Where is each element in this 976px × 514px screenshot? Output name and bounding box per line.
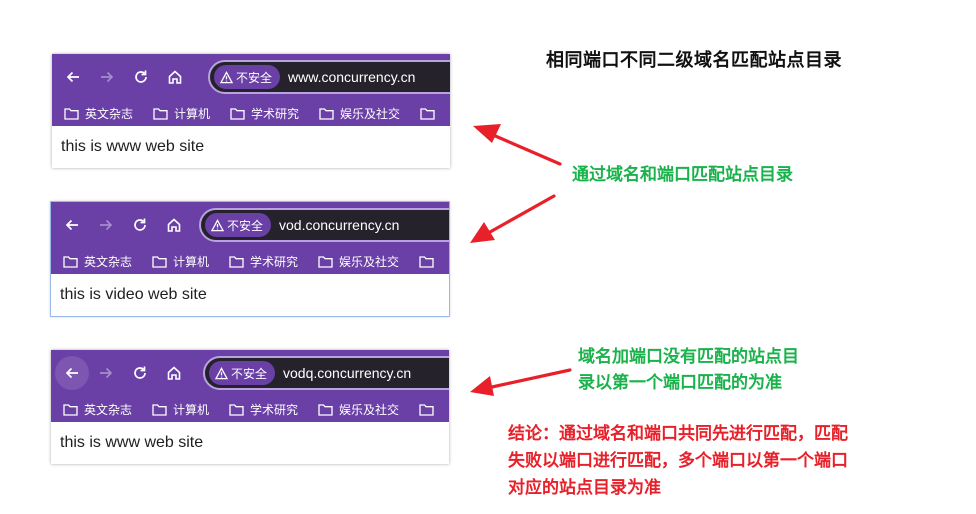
- bookmark-folder-academic[interactable]: 学术研究: [229, 253, 298, 270]
- folder-icon: [319, 107, 334, 120]
- warning-icon: [211, 218, 224, 231]
- note-fallback-line2: 录以第一个端口匹配的为准: [578, 373, 782, 393]
- reload-button[interactable]: [124, 60, 158, 94]
- bookmark-folder-english-magazine[interactable]: 英文杂志: [63, 253, 132, 270]
- bookmark-folder-entertainment[interactable]: 娱乐及社交: [318, 253, 399, 270]
- bookmark-folder-english-magazine[interactable]: 英文杂志: [64, 105, 133, 122]
- security-indicator[interactable]: 不安全: [214, 65, 281, 89]
- browser-toolbar: 不安全 www.concurrency.cn: [52, 54, 450, 100]
- folder-icon: [318, 403, 333, 416]
- bookmarks-bar: 英文杂志 计算机 学术研究 娱乐及社交: [51, 248, 449, 274]
- security-label: 不安全: [231, 366, 268, 381]
- page-content: this is www web site: [60, 434, 204, 451]
- bookmark-folder-entertainment[interactable]: 娱乐及社交: [319, 105, 400, 122]
- note-conclusion: 结论：通过域名和端口共同先进行匹配，匹配 失败以端口进行匹配，多个端口以第一个端…: [508, 421, 948, 502]
- home-icon: [167, 366, 181, 380]
- arrow-to-browser-2: [470, 194, 556, 243]
- folder-icon: [419, 403, 434, 416]
- note-conclusion-line1: 结论：通过域名和端口共同先进行匹配，匹配: [508, 424, 848, 444]
- home-icon: [168, 70, 182, 84]
- reload-button[interactable]: [123, 208, 157, 242]
- folder-icon: [152, 403, 167, 416]
- security-indicator[interactable]: 不安全: [205, 213, 272, 237]
- note-conclusion-line2: 失败以端口进行匹配，多个端口以第一个端口: [508, 451, 848, 471]
- bookmark-folder-more[interactable]: [419, 403, 440, 416]
- arrow-to-browser-1: [473, 124, 562, 166]
- folder-icon: [318, 255, 333, 268]
- warning-icon: [220, 70, 233, 83]
- back-icon: [65, 367, 78, 379]
- bookmarks-bar: 英文杂志 计算机 学术研究 娱乐及社交: [51, 396, 449, 422]
- arrow-to-browser-3: [470, 368, 572, 396]
- forward-button[interactable]: [89, 356, 123, 390]
- back-button[interactable]: [55, 208, 89, 242]
- folder-icon: [63, 403, 78, 416]
- note-fallback-line1: 域名加端口没有匹配的站点目: [578, 347, 799, 367]
- bookmark-folder-academic[interactable]: 学术研究: [230, 105, 299, 122]
- browser-toolbar: 不安全 vod.concurrency.cn: [51, 202, 449, 248]
- forward-icon: [100, 367, 113, 379]
- bookmark-folder-computer[interactable]: 计算机: [152, 253, 209, 270]
- reload-icon: [135, 70, 147, 83]
- url-text[interactable]: vodq.concurrency.cn: [283, 365, 411, 381]
- folder-icon: [229, 403, 244, 416]
- browser-window-vod: 不安全 vod.concurrency.cn 英文杂志 计算机 学术研究 娱乐及…: [50, 201, 450, 317]
- home-icon: [167, 218, 181, 232]
- home-button[interactable]: [158, 60, 192, 94]
- forward-icon: [101, 71, 114, 83]
- address-bar[interactable]: 不安全 vod.concurrency.cn: [199, 208, 449, 242]
- bookmark-folder-english-magazine[interactable]: 英文杂志: [63, 401, 132, 418]
- back-button[interactable]: [56, 60, 90, 94]
- folder-icon: [419, 255, 434, 268]
- bookmark-folder-more[interactable]: [419, 255, 440, 268]
- bookmark-folder-more[interactable]: [420, 107, 441, 120]
- home-button[interactable]: [157, 208, 191, 242]
- page-content: this is www web site: [61, 138, 205, 155]
- security-label: 不安全: [236, 70, 273, 85]
- address-bar[interactable]: 不安全 vodq.concurrency.cn: [203, 356, 449, 390]
- folder-icon: [230, 107, 245, 120]
- forward-button[interactable]: [90, 60, 124, 94]
- reload-button[interactable]: [123, 356, 157, 390]
- page-content: this is video web site: [60, 286, 207, 303]
- reload-icon: [134, 366, 146, 379]
- note-fallback: 域名加端口没有匹配的站点目 录以第一个端口匹配的为准: [578, 344, 799, 396]
- warning-icon: [215, 366, 228, 379]
- bookmarks-bar: 英文杂志 计算机 学术研究 娱乐及社交: [52, 100, 450, 126]
- forward-icon: [100, 219, 113, 231]
- note-conclusion-line3: 对应的站点目录为准: [508, 478, 661, 498]
- folder-icon: [229, 255, 244, 268]
- bookmark-folder-academic[interactable]: 学术研究: [229, 401, 298, 418]
- url-text[interactable]: www.concurrency.cn: [288, 69, 415, 85]
- back-icon: [65, 219, 78, 231]
- security-label: 不安全: [227, 218, 264, 233]
- folder-icon: [420, 107, 435, 120]
- home-button[interactable]: [157, 356, 191, 390]
- back-icon: [66, 71, 79, 83]
- reload-icon: [134, 218, 146, 231]
- folder-icon: [153, 107, 168, 120]
- bookmark-folder-entertainment[interactable]: 娱乐及社交: [318, 401, 399, 418]
- browser-toolbar: 不安全 vodq.concurrency.cn: [51, 350, 449, 396]
- note-match: 通过域名和端口匹配站点目录: [572, 165, 793, 185]
- browser-window-vodq: 不安全 vodq.concurrency.cn 英文杂志 计算机 学术研究 娱乐…: [51, 350, 449, 464]
- forward-button[interactable]: [89, 208, 123, 242]
- folder-icon: [63, 255, 78, 268]
- page-heading: 相同端口不同二级域名匹配站点目录: [546, 50, 842, 71]
- security-indicator[interactable]: 不安全: [209, 361, 276, 385]
- folder-icon: [64, 107, 79, 120]
- address-bar[interactable]: 不安全 www.concurrency.cn: [208, 60, 450, 94]
- url-text[interactable]: vod.concurrency.cn: [279, 217, 399, 233]
- bookmark-folder-computer[interactable]: 计算机: [153, 105, 210, 122]
- folder-icon: [152, 255, 167, 268]
- browser-window-www: 不安全 www.concurrency.cn 英文杂志 计算机 学术研究 娱乐及…: [52, 54, 450, 168]
- back-button[interactable]: [55, 356, 89, 390]
- bookmark-folder-computer[interactable]: 计算机: [152, 401, 209, 418]
